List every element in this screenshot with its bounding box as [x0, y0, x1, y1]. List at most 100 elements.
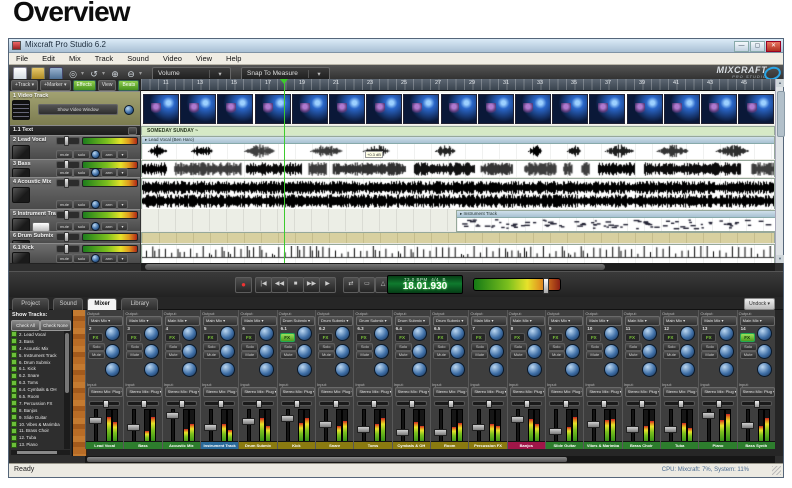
solo-button[interactable]: Solo: [241, 343, 258, 351]
fader-handle[interactable]: [626, 426, 639, 433]
eq-mid-knob[interactable]: [604, 344, 619, 359]
eq-mid-knob[interactable]: [105, 344, 120, 359]
eq-high-knob[interactable]: [642, 326, 657, 341]
solo-button[interactable]: Solo: [701, 343, 718, 351]
checklist-item[interactable]: 11. Brass Choir: [11, 427, 63, 434]
checklist-item[interactable]: 9. Slide Guitar: [11, 414, 63, 421]
fx-button[interactable]: FX: [88, 333, 103, 342]
slider-handle[interactable]: [64, 136, 69, 146]
eq-high-knob[interactable]: [412, 326, 427, 341]
fader-handle[interactable]: [549, 428, 562, 435]
slider-handle[interactable]: [64, 244, 69, 254]
eq-mid-knob[interactable]: [259, 344, 274, 359]
input-dropdown[interactable]: Stereo Mix: Plug ▾: [88, 387, 123, 397]
arm-button[interactable]: arm: [101, 200, 117, 209]
eq-high-knob[interactable]: [604, 326, 619, 341]
input-dropdown[interactable]: Stereo Mix: Plug ▾: [701, 387, 736, 397]
track-header-acoustic-mix[interactable]: 4 Acoustic Mixmutesoloarm▾: [10, 177, 140, 210]
pan-handle[interactable]: [218, 400, 224, 408]
eq-low-knob[interactable]: [259, 362, 274, 377]
track-lane-video-track[interactable]: [141, 91, 775, 125]
pan-slider[interactable]: [204, 401, 235, 406]
track-dropdown[interactable]: ▾: [117, 150, 128, 159]
sidebar-horizontal-scrollbar[interactable]: [11, 450, 70, 455]
tab-mixer[interactable]: Mixer: [87, 298, 117, 310]
eq-mid-knob[interactable]: [144, 344, 159, 359]
chevron-down-icon[interactable]: ▾: [102, 70, 105, 77]
fader-handle[interactable]: [702, 412, 715, 419]
track-dropdown[interactable]: ▾: [117, 222, 128, 231]
mute-button[interactable]: Mute: [241, 351, 258, 359]
fader-handle[interactable]: [281, 415, 294, 422]
checklist-item[interactable]: 3. Bass: [11, 338, 63, 345]
checklist-item[interactable]: 8. Banjos: [11, 407, 63, 414]
pan-slider[interactable]: [702, 401, 733, 406]
output-dropdown[interactable]: Main Mix ▾: [88, 316, 123, 326]
playhead[interactable]: [284, 79, 285, 263]
mute-button[interactable]: Mute: [548, 351, 565, 359]
fx-button[interactable]: FX: [663, 333, 678, 342]
track-horizontal-scrollbar[interactable]: [141, 263, 775, 271]
solo-button[interactable]: solo: [73, 254, 90, 263]
pan-knob[interactable]: [91, 150, 100, 159]
mute-button[interactable]: Mute: [126, 351, 143, 359]
pan-slider[interactable]: [242, 401, 273, 406]
eq-mid-knob[interactable]: [527, 344, 542, 359]
pan-handle[interactable]: [448, 400, 454, 408]
solo-button[interactable]: Solo: [433, 343, 450, 351]
output-dropdown[interactable]: Main Mix ▾: [625, 316, 660, 326]
output-dropdown[interactable]: Main Mix ▾: [165, 316, 200, 326]
undo-icon[interactable]: ↺: [88, 68, 100, 80]
pan-handle[interactable]: [678, 400, 684, 408]
fx-button[interactable]: FX: [395, 333, 410, 342]
pan-slider[interactable]: [472, 401, 503, 406]
eq-mid-knob[interactable]: [182, 344, 197, 359]
add-marker-button[interactable]: +Marker ▾: [40, 80, 70, 91]
output-dropdown[interactable]: Main Mix ▾: [548, 316, 583, 326]
mute-button[interactable]: Mute: [318, 351, 335, 359]
menu-edit[interactable]: Edit: [35, 54, 62, 63]
chevron-down-icon[interactable]: ▾: [139, 70, 142, 77]
video-knob[interactable]: [124, 105, 134, 115]
eq-low-knob[interactable]: [450, 362, 465, 377]
solo-button[interactable]: Solo: [471, 343, 488, 351]
zoom-out-icon[interactable]: ⊖: [125, 68, 137, 80]
input-dropdown[interactable]: Stereo Mix: Plug ▾: [126, 387, 161, 397]
input-dropdown[interactable]: Stereo Mix: Plug ▾: [663, 387, 698, 397]
track-header-bass[interactable]: 3 Bassmutesoloarm▾: [10, 159, 140, 178]
burn-cd-icon[interactable]: ◎: [67, 68, 79, 80]
minimize-button[interactable]: —: [734, 41, 749, 52]
eq-low-knob[interactable]: [642, 362, 657, 377]
eq-low-knob[interactable]: [565, 362, 580, 377]
fader-handle[interactable]: [127, 424, 140, 431]
fader-handle[interactable]: [664, 426, 677, 433]
fx-button[interactable]: FX: [126, 333, 141, 342]
mute-button[interactable]: Mute: [433, 351, 450, 359]
eq-high-knob[interactable]: [335, 326, 350, 341]
punch-button[interactable]: ▭: [359, 277, 375, 293]
track-dropdown[interactable]: ▾: [117, 200, 128, 209]
fx-button[interactable]: FX: [471, 333, 486, 342]
scroll-thumb[interactable]: [145, 264, 605, 270]
pan-slider[interactable]: [166, 401, 197, 406]
arm-button[interactable]: arm: [101, 150, 117, 159]
eq-low-knob[interactable]: [412, 362, 427, 377]
input-dropdown[interactable]: Stereo Mix: Plug ▾: [586, 387, 621, 397]
solo-button[interactable]: Solo: [280, 343, 297, 351]
fx-button[interactable]: FX: [701, 333, 716, 342]
mute-button[interactable]: Mute: [395, 351, 412, 359]
audio-clip-acoustic-mix[interactable]: [141, 178, 775, 210]
view-button[interactable]: View: [98, 80, 117, 91]
output-dropdown[interactable]: Drum Submix ▾: [280, 316, 315, 326]
output-dropdown[interactable]: Main Mix ▾: [701, 316, 736, 326]
mute-button[interactable]: mute: [56, 200, 73, 209]
output-dropdown[interactable]: Drum Submix ▾: [395, 316, 430, 326]
checkbox-checked-icon[interactable]: [11, 373, 17, 379]
mixer-horizontal-scrollbar[interactable]: [85, 456, 775, 463]
output-dropdown[interactable]: Main Mix ▾: [203, 316, 238, 326]
solo-button[interactable]: Solo: [356, 343, 373, 351]
fx-button[interactable]: FX: [586, 333, 601, 342]
checkbox-checked-icon[interactable]: [11, 359, 17, 365]
window-titlebar[interactable]: Mixcraft Pro Studio 6.2 — ▢ ✕: [9, 39, 783, 53]
eq-mid-knob[interactable]: [220, 344, 235, 359]
